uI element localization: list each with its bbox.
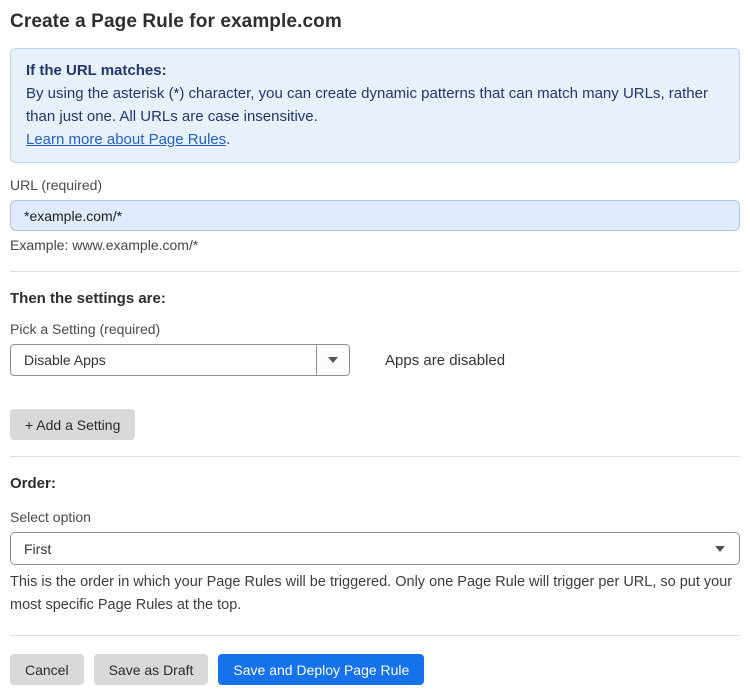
- settings-section-heading: Then the settings are:: [10, 290, 166, 307]
- order-section-heading: Order:: [10, 475, 56, 492]
- setting-select[interactable]: Disable Apps: [10, 344, 350, 376]
- url-field-label: URL (required): [10, 177, 103, 193]
- setting-select-arrow-button[interactable]: [316, 345, 349, 375]
- order-select-value: First: [24, 540, 52, 557]
- url-example-text: Example: www.example.com/*: [10, 237, 199, 253]
- url-input[interactable]: [10, 200, 740, 231]
- setting-select-value: Disable Apps: [24, 352, 106, 368]
- url-match-info-box: If the URL matches: By using the asteris…: [10, 48, 740, 163]
- page-title: Create a Page Rule for example.com: [10, 11, 342, 32]
- cancel-button[interactable]: Cancel: [10, 654, 84, 685]
- order-select-label: Select option: [10, 509, 91, 525]
- link-period: .: [226, 131, 231, 148]
- divider: [10, 271, 740, 272]
- setting-picker-label: Pick a Setting (required): [10, 321, 161, 337]
- order-select[interactable]: First: [10, 532, 740, 565]
- chevron-down-icon: [715, 546, 725, 552]
- setting-row: Disable Apps Apps are disabled: [10, 344, 740, 376]
- info-box-link-line: Learn more about Page Rules.: [26, 128, 724, 151]
- learn-more-link[interactable]: Learn more about Page Rules: [26, 131, 226, 148]
- footer-actions: Cancel Save as Draft Save and Deploy Pag…: [10, 654, 740, 685]
- save-as-draft-button[interactable]: Save as Draft: [93, 654, 209, 685]
- page-rule-dialog: Create a Page Rule for example.com If th…: [0, 0, 750, 685]
- info-box-body: By using the asterisk (*) character, you…: [26, 85, 708, 125]
- add-setting-button[interactable]: + Add a Setting: [10, 409, 136, 440]
- save-and-deploy-button[interactable]: Save and Deploy Page Rule: [218, 654, 425, 685]
- chevron-down-icon: [328, 357, 338, 363]
- divider: [10, 456, 740, 457]
- info-box-heading: If the URL matches:: [26, 62, 167, 79]
- setting-status-text: Apps are disabled: [385, 351, 506, 369]
- order-help-text: This is the order in which your Page Rul…: [10, 574, 733, 613]
- divider: [10, 635, 740, 636]
